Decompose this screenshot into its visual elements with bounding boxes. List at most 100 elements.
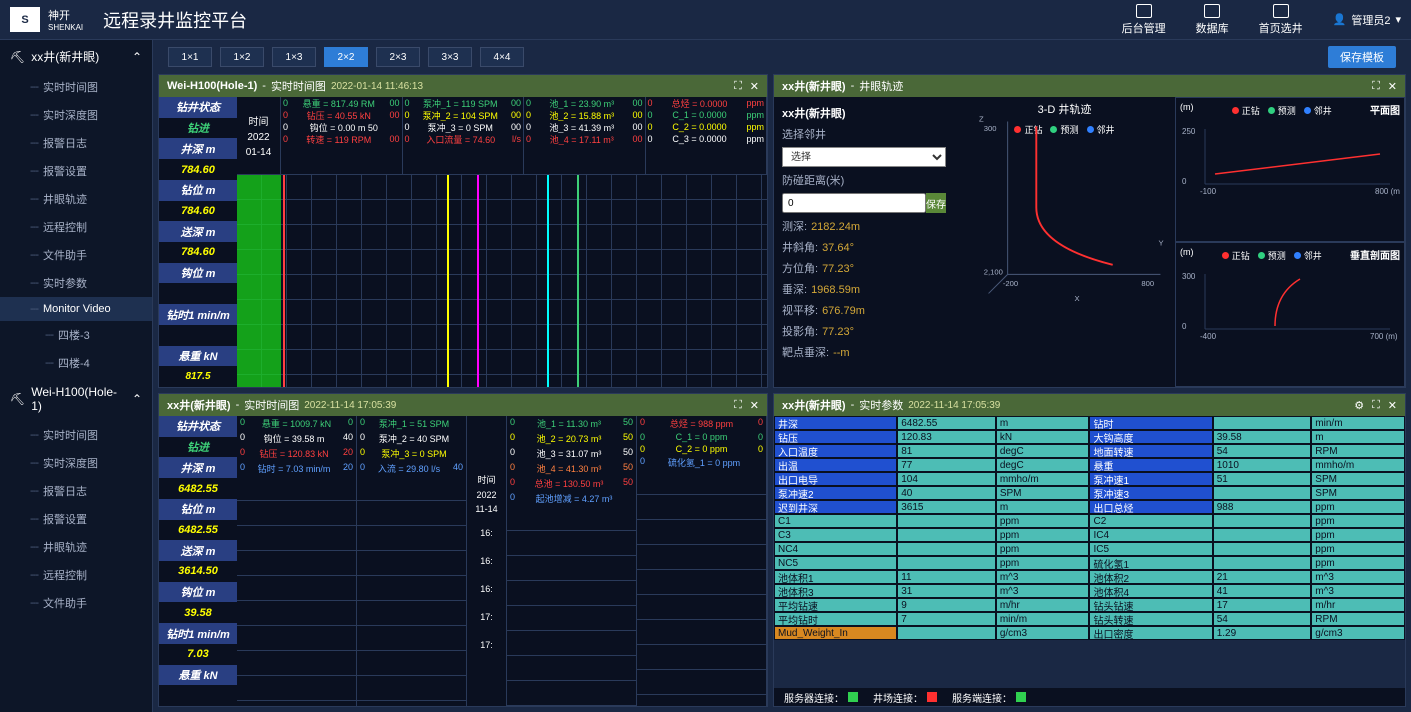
status-label: 钩位 m <box>159 263 237 284</box>
svg-text:0: 0 <box>1182 177 1187 186</box>
close-icon[interactable]: ✕ <box>750 399 759 412</box>
save-template-button[interactable]: 保存模板 <box>1328 46 1396 68</box>
layout-button[interactable]: 2×2 <box>324 47 368 67</box>
param-row: 出口电导104mmho/m泵冲速151SPM <box>774 472 1405 486</box>
svg-text:800: 800 <box>1141 279 1154 288</box>
legend-item: 预测 <box>1268 104 1296 117</box>
chart-canvas-1[interactable] <box>237 175 767 387</box>
layout-button[interactable]: 1×2 <box>220 47 264 67</box>
brand-zh: 神开 <box>48 7 83 23</box>
panel1-title: Wei-H100(Hole-1) <box>167 80 257 92</box>
derrick-icon: ⛏ <box>10 392 25 406</box>
nav-admin[interactable]: 后台管理 <box>1122 4 1166 36</box>
panel-realtime-params: xx井(新井眼)-实时参数 2022-11-14 17:05:39 ⚙ ⛶ ✕ … <box>773 393 1406 707</box>
sidebar-subitem[interactable]: 四楼-4 <box>0 349 152 377</box>
status-label: 钻井状态 <box>159 416 237 437</box>
user-icon: 👤 <box>1333 13 1347 26</box>
traj-field: 井斜角:37.64° <box>782 239 946 255</box>
chart-track[interactable] <box>637 470 766 706</box>
expand-icon[interactable]: ⛶ <box>1372 80 1380 93</box>
well-section-2[interactable]: ⛏ Wei-H100(Hole-1) ⌃ <box>0 377 152 421</box>
status-label: 井深 m <box>159 138 237 159</box>
conn-status-item: 服务端连接： <box>952 690 1026 705</box>
chart-track[interactable] <box>507 506 636 706</box>
status-label: 钻时1 min/m <box>159 623 237 644</box>
svg-text:0: 0 <box>1182 322 1187 331</box>
user-menu[interactable]: 👤 管理员2 ▾ <box>1333 12 1401 28</box>
layout-button[interactable]: 4×4 <box>480 47 524 67</box>
sidebar-item[interactable]: 报警日志 <box>0 129 152 157</box>
expand-icon[interactable]: ⛶ <box>734 80 742 93</box>
traj-field: 测深:2182.24m <box>782 218 946 234</box>
expand-icon[interactable]: ⛶ <box>734 399 742 412</box>
well-section-1[interactable]: ⛏ xx井(新井眼) ⌃ <box>0 40 152 73</box>
svg-text:-100: -100 <box>1200 187 1217 196</box>
chart-track[interactable] <box>357 476 466 706</box>
chart-track[interactable] <box>237 476 356 706</box>
status-label: 送深 m <box>159 221 237 242</box>
param-row: NC4ppmIC5ppm <box>774 542 1405 556</box>
sidebar-item[interactable]: 文件助手 <box>0 241 152 269</box>
status-value <box>159 283 237 304</box>
nav-database[interactable]: 数据库 <box>1196 4 1229 36</box>
layout-button[interactable]: 1×3 <box>272 47 316 67</box>
close-icon[interactable]: ✕ <box>1388 399 1397 412</box>
sidebar-item[interactable]: 远程控制 <box>0 561 152 589</box>
traj-field: 靶点垂深:--m <box>782 344 946 360</box>
param-row: NC5ppm硫化氢1ppm <box>774 556 1405 570</box>
status-label: 钻井状态 <box>159 97 237 118</box>
chevron-down-icon: ▾ <box>1395 13 1401 26</box>
status-label: 悬重 kN <box>159 665 237 686</box>
status-value: 6482.55 <box>159 520 237 541</box>
sidebar-item[interactable]: 实时深度图 <box>0 449 152 477</box>
sidebar-item[interactable]: 实时参数 <box>0 269 152 297</box>
layout-button[interactable]: 1×1 <box>168 47 212 67</box>
close-icon[interactable]: ✕ <box>750 80 759 93</box>
sidebar-item[interactable]: 实时时间图 <box>0 421 152 449</box>
legend-item: 正钻 <box>1232 104 1260 117</box>
svg-text:-200: -200 <box>1003 279 1018 288</box>
status-value: 817.5 <box>159 366 237 387</box>
sidebar-item[interactable]: 报警设置 <box>0 157 152 185</box>
legend-item: 邻井 <box>1304 104 1332 117</box>
close-icon[interactable]: ✕ <box>1388 80 1397 93</box>
panel4-title: xx井(新井眼) <box>782 397 846 413</box>
plan-view-chart[interactable]: (m)正钻预测邻井平面图 2500 -100800 (m) <box>1175 97 1405 242</box>
sidebar-item[interactable]: 实时时间图 <box>0 73 152 101</box>
status-value: 784.60 <box>159 242 237 263</box>
layout-button[interactable]: 2×3 <box>376 47 420 67</box>
sidebar-item[interactable]: Monitor Video <box>0 297 152 321</box>
svg-text:250: 250 <box>1182 127 1196 136</box>
sidebar-item[interactable]: 井眼轨迹 <box>0 533 152 561</box>
chevron-up-icon: ⌃ <box>132 392 142 406</box>
sidebar-item[interactable]: 井眼轨迹 <box>0 185 152 213</box>
sidebar-item[interactable]: 文件助手 <box>0 589 152 617</box>
param-row: 出温77degC悬重1010mmho/m <box>774 458 1405 472</box>
param-row: 平均钻速9m/hr钻头钻速17m/hr <box>774 598 1405 612</box>
gear-icon[interactable]: ⚙ <box>1354 399 1364 412</box>
expand-icon[interactable]: ⛶ <box>1372 399 1380 412</box>
nav-wellselect[interactable]: 首页选井 <box>1259 4 1303 36</box>
status-value <box>159 685 237 706</box>
anticollision-input[interactable] <box>782 193 926 213</box>
app-header: S 神开 SHENKAI 远程录井监控平台 后台管理 数据库 首页选井 👤 管理… <box>0 0 1411 40</box>
traj-field: 投影角:77.23° <box>782 323 946 339</box>
sidebar-item[interactable]: 报警设置 <box>0 505 152 533</box>
sidebar-subitem[interactable]: 四楼-3 <box>0 321 152 349</box>
legend-item: 预测 <box>1258 249 1286 262</box>
profile-view-chart[interactable]: (m)正钻预测邻井垂直剖面图 3000 -400700 (m) <box>1175 242 1405 387</box>
layout-button[interactable]: 3×3 <box>428 47 472 67</box>
brand-en: SHENKAI <box>48 23 83 32</box>
status-label: 钻位 m <box>159 180 237 201</box>
panel1-timestamp: 2022-01-14 11:46:13 <box>331 81 423 92</box>
trajectory-3d-chart[interactable]: 3-D 井轨迹 正钻预测邻井 Z X Y 300 2,100 <box>954 97 1175 387</box>
panel-timechart-1: Wei-H100(Hole-1)-实时时间图 2022-01-14 11:46:… <box>158 74 768 388</box>
sidebar-item[interactable]: 远程控制 <box>0 213 152 241</box>
sidebar-item[interactable]: 实时深度图 <box>0 101 152 129</box>
save-dist-button[interactable]: 保存 <box>926 193 946 213</box>
status-value: 784.60 <box>159 159 237 180</box>
neighbor-well-select[interactable]: 选择 <box>782 147 946 167</box>
sidebar-item[interactable]: 报警日志 <box>0 477 152 505</box>
panel3-title: xx井(新井眼) <box>167 397 231 413</box>
param-row: C3ppmIC4ppm <box>774 528 1405 542</box>
